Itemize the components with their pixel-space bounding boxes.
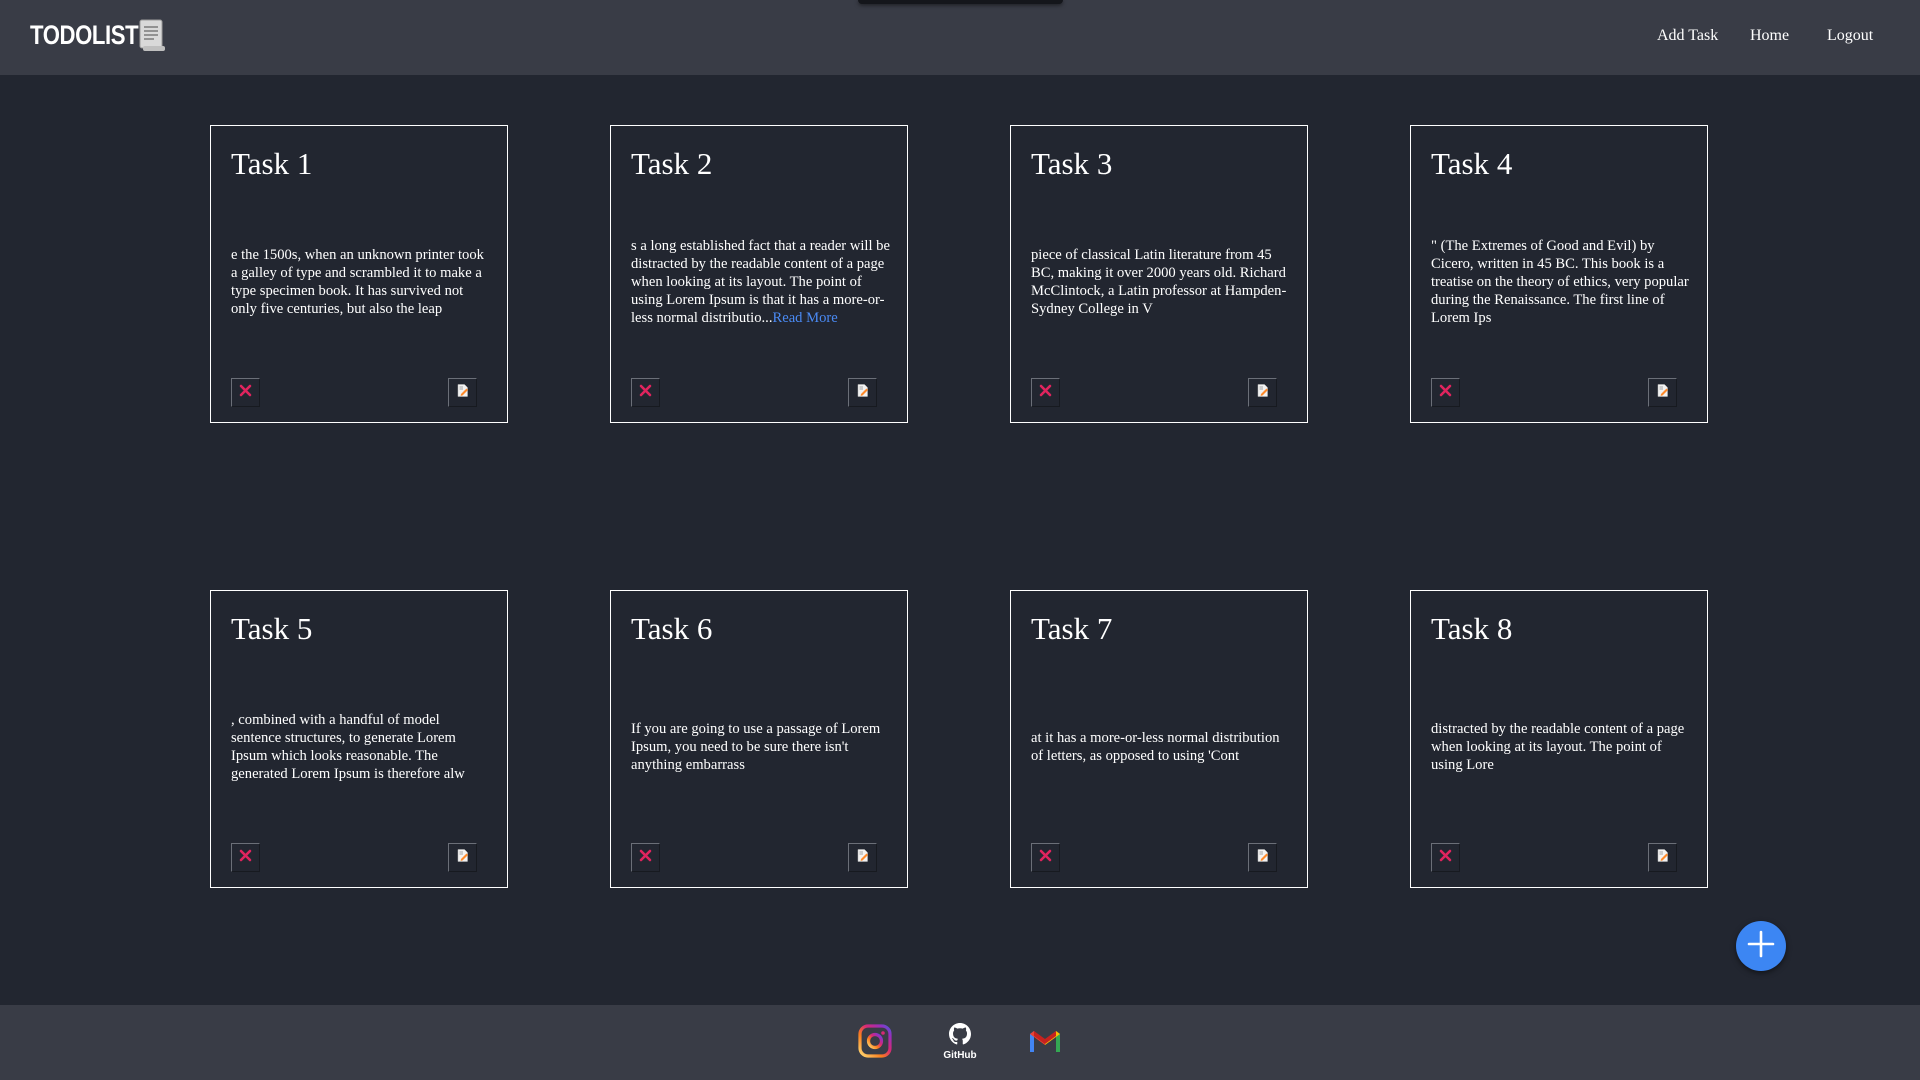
close-icon xyxy=(239,849,252,867)
edit-task-button[interactable] xyxy=(1648,843,1677,872)
close-icon xyxy=(639,384,652,402)
task-title: Task 1 xyxy=(231,146,313,181)
close-icon xyxy=(239,384,252,402)
delete-task-button[interactable] xyxy=(1031,378,1060,407)
gmail-link[interactable] xyxy=(1025,1023,1065,1063)
delete-task-button[interactable] xyxy=(631,843,660,872)
task-text: e the 1500s, when an unknown printer too… xyxy=(231,247,484,317)
close-icon xyxy=(639,849,652,867)
close-icon xyxy=(1039,384,1052,402)
task-card: Task 3 piece of classical Latin literatu… xyxy=(1010,125,1308,423)
delete-task-button[interactable] xyxy=(231,843,260,872)
close-icon xyxy=(1039,849,1052,867)
task-description: e the 1500s, when an unknown printer too… xyxy=(231,222,491,342)
close-icon xyxy=(1439,384,1452,402)
task-card: Task 8 distracted by the readable conten… xyxy=(1410,590,1708,888)
edit-task-button[interactable] xyxy=(1648,378,1677,407)
delete-task-button[interactable] xyxy=(1031,843,1060,872)
edit-task-button[interactable] xyxy=(848,843,877,872)
delete-task-button[interactable] xyxy=(1431,378,1460,407)
edit-document-icon xyxy=(1657,848,1669,867)
edit-task-button[interactable] xyxy=(448,378,477,407)
nav-home[interactable]: Home xyxy=(1750,27,1789,45)
edit-document-icon xyxy=(457,383,469,402)
task-card: Task 2 s a long established fact that a … xyxy=(610,125,908,423)
task-card: Task 1 e the 1500s, when an unknown prin… xyxy=(210,125,508,423)
task-description: distracted by the readable content of a … xyxy=(1431,687,1691,807)
add-task-fab[interactable] xyxy=(1736,921,1786,971)
task-text: at it has a more-or-less normal distribu… xyxy=(1031,730,1280,764)
task-title: Task 3 xyxy=(1031,146,1113,181)
task-text: , combined with a handful of model sente… xyxy=(231,712,465,782)
task-title: Task 8 xyxy=(1431,611,1513,646)
read-more-link[interactable]: Read More xyxy=(772,310,837,326)
brand-link[interactable]: TODOLIST xyxy=(30,18,166,52)
instagram-icon xyxy=(857,1023,893,1064)
task-title: Task 2 xyxy=(631,146,713,181)
nav-logout[interactable]: Logout xyxy=(1827,27,1873,45)
task-card: Task 4 " (The Extremes of Good and Evil)… xyxy=(1410,125,1708,423)
edit-document-icon xyxy=(457,848,469,867)
task-title: Task 5 xyxy=(231,611,313,646)
nav-add-task[interactable]: Add Task xyxy=(1657,27,1718,45)
task-title: Task 4 xyxy=(1431,146,1513,181)
task-description: , combined with a handful of model sente… xyxy=(231,687,491,807)
nav-tab-shadow xyxy=(858,0,1063,4)
brand-name: TODOLIST xyxy=(30,19,139,50)
delete-task-button[interactable] xyxy=(1431,843,1460,872)
task-card: Task 5 , combined with a handful of mode… xyxy=(210,590,508,888)
edit-task-button[interactable] xyxy=(448,843,477,872)
task-title: Task 6 xyxy=(631,611,713,646)
edit-document-icon xyxy=(1257,848,1269,867)
delete-task-button[interactable] xyxy=(231,378,260,407)
task-card: Task 7 at it has a more-or-less normal d… xyxy=(1010,590,1308,888)
edit-document-icon xyxy=(1657,383,1669,402)
footer: GitHub xyxy=(0,1005,1920,1080)
task-description: If you are going to use a passage of Lor… xyxy=(631,687,891,807)
task-card: Task 6 If you are going to use a passage… xyxy=(610,590,908,888)
notepad-icon xyxy=(138,18,166,52)
navbar: TODOLIST Add Task Home Logout xyxy=(0,0,1920,75)
github-label: GitHub xyxy=(943,1050,977,1061)
task-description: s a long established fact that a reader … xyxy=(631,222,891,342)
delete-task-button[interactable] xyxy=(631,378,660,407)
plus-icon xyxy=(1746,929,1776,964)
task-description: " (The Extremes of Good and Evil) by Cic… xyxy=(1431,222,1691,342)
task-text: If you are going to use a passage of Lor… xyxy=(631,721,881,773)
edit-task-button[interactable] xyxy=(1248,378,1277,407)
edit-document-icon xyxy=(857,383,869,402)
gmail-icon xyxy=(1028,1028,1062,1059)
task-text: s a long established fact that a reader … xyxy=(631,238,890,326)
github-link[interactable]: GitHub xyxy=(940,1023,980,1063)
instagram-link[interactable] xyxy=(855,1023,895,1063)
edit-document-icon xyxy=(857,848,869,867)
task-description: piece of classical Latin literature from… xyxy=(1031,222,1291,342)
task-text: distracted by the readable content of a … xyxy=(1431,721,1685,773)
edit-document-icon xyxy=(1257,383,1269,402)
close-icon xyxy=(1439,849,1452,867)
task-description: at it has a more-or-less normal distribu… xyxy=(1031,687,1291,807)
task-text: " (The Extremes of Good and Evil) by Cic… xyxy=(1431,238,1689,326)
github-icon xyxy=(949,1023,971,1050)
task-text: piece of classical Latin literature from… xyxy=(1031,247,1287,317)
edit-task-button[interactable] xyxy=(848,378,877,407)
edit-task-button[interactable] xyxy=(1248,843,1277,872)
task-title: Task 7 xyxy=(1031,611,1113,646)
